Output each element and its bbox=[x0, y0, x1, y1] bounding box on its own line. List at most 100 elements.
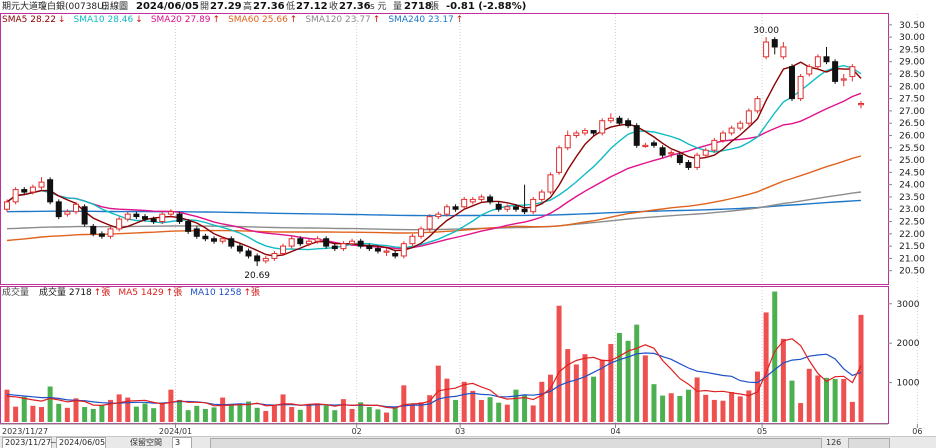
volume-bar bbox=[677, 395, 683, 422]
candle-body bbox=[107, 228, 114, 237]
candle-body bbox=[305, 240, 312, 245]
volume-bar bbox=[832, 379, 838, 422]
candle-body bbox=[374, 248, 381, 252]
high-value: 27.36 bbox=[253, 1, 285, 12]
candle-body bbox=[159, 213, 166, 223]
reserve-space-input[interactable]: 3 bbox=[172, 437, 192, 448]
volume-bar bbox=[263, 410, 269, 422]
candle-body bbox=[469, 198, 476, 203]
zoom-handle[interactable] bbox=[848, 438, 890, 448]
candle-body bbox=[211, 238, 218, 242]
candle-body bbox=[771, 39, 778, 48]
volume-bar bbox=[668, 393, 674, 422]
volume-tick-label: 2000 bbox=[897, 339, 920, 349]
volume-bar bbox=[841, 379, 847, 422]
candle-body bbox=[487, 196, 494, 203]
candle-body bbox=[590, 130, 597, 134]
price-legend-item-arrow-2: ↑ bbox=[213, 15, 221, 25]
candle-body bbox=[564, 134, 571, 149]
volume-unit: 張 bbox=[430, 1, 439, 12]
candle-body bbox=[349, 240, 356, 245]
volume-bar bbox=[478, 399, 484, 422]
price-tick-label: 29.00 bbox=[899, 58, 925, 68]
price-tick-label: 24.50 bbox=[899, 168, 925, 178]
period-label: 日線圖 bbox=[101, 0, 128, 12]
candle-body bbox=[754, 98, 761, 112]
candle-body bbox=[573, 132, 580, 136]
price-change: -0.81 (-2.88%) bbox=[446, 1, 526, 12]
price-tick-label: 26.00 bbox=[899, 131, 925, 141]
price-tick-label: 22.50 bbox=[899, 218, 925, 228]
volume-bar bbox=[289, 407, 295, 422]
volume-bar bbox=[409, 405, 415, 422]
volume-ma-legend: 成交量 成交量 2718 ↑張 MA5 1429 ↑張 MA10 1258 ↑張 bbox=[2, 286, 260, 298]
candle-body bbox=[133, 213, 140, 218]
close-value: 27.36 bbox=[339, 1, 371, 12]
x-tick-label: 04 bbox=[610, 427, 620, 436]
chart-canvas[interactable]: 期元大道瓊白銀(00738U) 日線圖 2024/06/05 開 27.29 高… bbox=[0, 0, 936, 436]
price-tick-label: 23.50 bbox=[899, 193, 925, 203]
volume-bar bbox=[349, 408, 355, 422]
candle-body bbox=[167, 211, 174, 215]
stock-chart-window: 期元大道瓊白銀(00738U) 日線圖 2024/06/05 開 27.29 高… bbox=[0, 0, 936, 448]
candle-body bbox=[331, 245, 338, 250]
candle-body bbox=[702, 149, 709, 156]
volume-bar bbox=[642, 355, 648, 422]
low-annotation: 20.69 bbox=[244, 271, 270, 281]
price-legend-item-2: SMA20 27.89 bbox=[151, 15, 211, 25]
volume-tick-label: 1000 bbox=[897, 379, 920, 389]
candle-body bbox=[12, 189, 19, 203]
candle-body bbox=[236, 245, 243, 252]
price-tick-label: 22.00 bbox=[899, 230, 925, 240]
reserve-space-label: 保留空間 bbox=[130, 438, 162, 447]
volume-bar bbox=[823, 377, 829, 422]
volume-bar bbox=[556, 305, 562, 422]
candle-body bbox=[357, 240, 364, 247]
start-date-input[interactable]: 2023/11/27 bbox=[2, 437, 52, 448]
price-legend-item-arrow-1: ↓ bbox=[135, 15, 143, 25]
volume-bar bbox=[315, 403, 321, 422]
volume-bar bbox=[591, 376, 597, 422]
end-date-input[interactable]: 2024/06/05 bbox=[56, 437, 106, 448]
candle-body bbox=[452, 206, 459, 210]
volume-bar bbox=[99, 405, 105, 422]
x-tick-label: 06 bbox=[912, 427, 922, 436]
candle-body bbox=[711, 139, 718, 151]
price-legend-item-arrow-4: ↑ bbox=[373, 15, 381, 25]
volume-bar bbox=[582, 354, 588, 422]
volume-bar bbox=[13, 406, 19, 422]
candle-body bbox=[400, 243, 407, 257]
candle-body bbox=[659, 147, 666, 156]
volume-bar bbox=[392, 408, 398, 422]
price-legend-item-1: SMA10 28.46 bbox=[74, 15, 134, 25]
volume-bar bbox=[116, 394, 122, 422]
horizontal-scrollbar[interactable] bbox=[210, 438, 822, 448]
volume-bar bbox=[453, 399, 459, 422]
volume-bar bbox=[608, 343, 614, 422]
volume-bar bbox=[806, 368, 812, 422]
volume-bar bbox=[159, 403, 165, 422]
volume-bar bbox=[547, 374, 553, 422]
price-legend-item-arrow-3: ↑ bbox=[290, 15, 298, 25]
candle-body bbox=[64, 211, 71, 215]
candle-body bbox=[625, 120, 632, 127]
candle-body bbox=[633, 125, 640, 146]
volume-bar bbox=[323, 405, 329, 422]
volume-bar bbox=[332, 410, 338, 422]
candle-body bbox=[176, 213, 183, 223]
candle-body bbox=[581, 130, 588, 134]
close-suffix: s 元 bbox=[370, 2, 387, 12]
candle-body bbox=[29, 186, 36, 193]
price-tick-label: 20.50 bbox=[899, 267, 925, 277]
candle-body bbox=[280, 245, 287, 254]
candle-body bbox=[642, 144, 649, 148]
candle-body bbox=[297, 238, 304, 245]
volume-bar bbox=[565, 349, 571, 422]
candle-body bbox=[512, 206, 519, 210]
candle-body bbox=[556, 147, 563, 173]
candle-body bbox=[849, 66, 856, 77]
candle-body bbox=[245, 250, 252, 257]
candle-body bbox=[616, 117, 623, 124]
candle-body bbox=[435, 213, 442, 218]
price-legend-item-0: SMA5 28.22 bbox=[2, 15, 56, 25]
